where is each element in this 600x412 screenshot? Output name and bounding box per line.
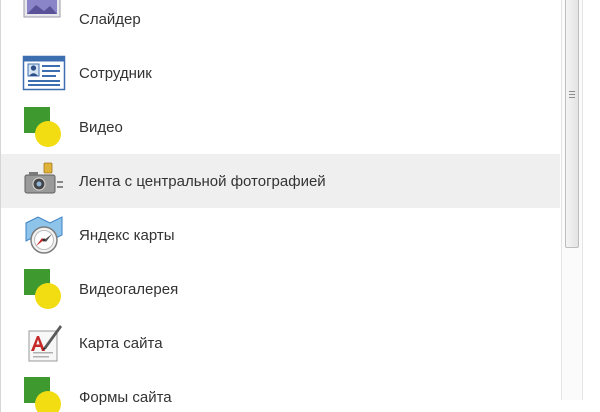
list-item-employee[interactable]: Сотрудник <box>1 46 560 100</box>
list-item-yandex-maps[interactable]: Яндекс карты <box>1 208 560 262</box>
list-item-sitemap[interactable]: Карта сайта <box>1 316 560 370</box>
list-item-label: Сотрудник <box>79 64 152 82</box>
vertical-scrollbar[interactable] <box>561 0 583 400</box>
employee-card-icon <box>22 51 66 95</box>
list-item-label: Карта сайта <box>79 334 163 352</box>
list-item-label: Видео <box>79 118 123 136</box>
widget-list-panel: Слайдер Сотрудник Видео Лента с централь… <box>0 0 560 412</box>
list-item-central-photo-feed[interactable]: Лента с центральной фотографией <box>1 154 560 208</box>
right-gutter <box>583 0 600 400</box>
slider-image-icon <box>22 0 66 41</box>
scrollbar-thumb[interactable] <box>565 0 579 248</box>
widget-list: Слайдер Сотрудник Видео Лента с централь… <box>1 0 560 412</box>
green-yellow-placeholder-icon <box>22 267 66 311</box>
list-item-label: Лента с центральной фотографией <box>79 172 326 190</box>
camera-icon <box>22 159 66 203</box>
list-item-slider[interactable]: Слайдер <box>1 0 560 46</box>
sitemap-pen-icon <box>22 321 66 365</box>
list-item-label: Яндекс карты <box>79 226 175 244</box>
list-item-site-forms[interactable]: Формы сайта <box>1 370 560 412</box>
green-yellow-placeholder-icon <box>22 105 66 149</box>
list-item-label: Слайдер <box>79 10 141 28</box>
list-item-label: Формы сайта <box>79 388 172 406</box>
compass-map-icon <box>22 213 66 257</box>
list-item-video-gallery[interactable]: Видеогалерея <box>1 262 560 316</box>
green-yellow-placeholder-icon <box>22 375 66 412</box>
list-item-video[interactable]: Видео <box>1 100 560 154</box>
scrollbar-grip-icon <box>569 91 575 99</box>
list-item-label: Видеогалерея <box>79 280 179 298</box>
